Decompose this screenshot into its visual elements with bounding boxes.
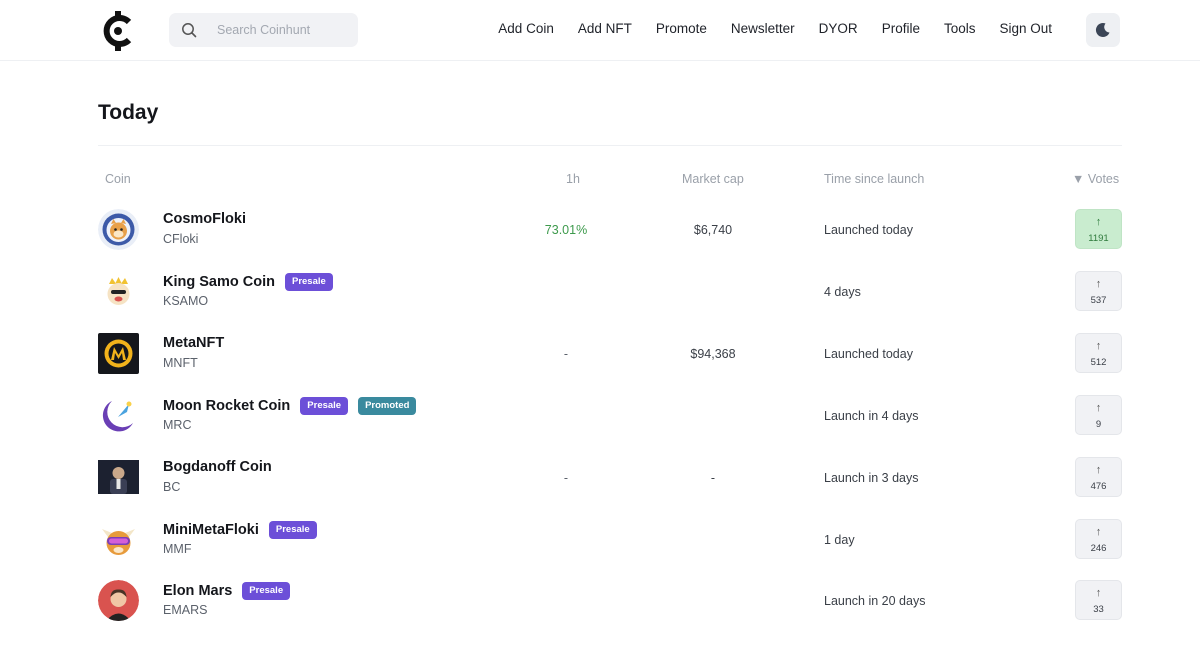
column-header-coin[interactable]: Coin — [105, 172, 131, 186]
time-since-launch: Launched today — [824, 347, 913, 361]
vote-count: 537 — [1090, 295, 1107, 306]
search-box — [169, 13, 358, 47]
table-row[interactable]: MiniMetaFloki Presale MMF 1 day ↑ 246 — [98, 519, 1122, 560]
coin-symbol: CFloki — [163, 232, 199, 246]
arrow-up-icon: ↑ — [1095, 216, 1102, 228]
coin-name-line: CosmoFloki — [163, 211, 246, 227]
promoted-badge: Promoted — [358, 397, 417, 415]
coin-symbol: MRC — [163, 418, 192, 432]
coin-symbol: EMARS — [163, 603, 208, 617]
coin-name[interactable]: King Samo Coin — [163, 274, 275, 290]
nav-promote[interactable]: Promote — [656, 21, 707, 36]
presale-badge: Presale — [300, 397, 349, 415]
presale-badge: Presale — [242, 582, 291, 600]
presale-badge: Presale — [268, 521, 317, 539]
column-header-votes[interactable]: ▼ Votes — [1072, 172, 1119, 186]
search-icon — [182, 23, 197, 38]
coin-name-line: MetaNFT — [163, 335, 224, 351]
change-1h: - — [563, 347, 569, 361]
presale-badge: Presale — [284, 273, 333, 291]
vote-button[interactable]: ↑ 476 — [1075, 457, 1122, 497]
coin-avatar — [98, 395, 139, 436]
market-cap: $6,740 — [693, 223, 733, 237]
coin-avatar — [98, 333, 139, 374]
vote-count: 512 — [1090, 357, 1107, 368]
table-row[interactable]: Bogdanoff Coin BC - - Launch in 3 days ↑… — [98, 457, 1122, 498]
change-1h: - — [563, 471, 569, 485]
coin-name[interactable]: Moon Rocket Coin — [163, 398, 290, 414]
coin-name[interactable]: Elon Mars — [163, 583, 232, 599]
arrow-up-icon: ↑ — [1095, 278, 1102, 290]
page-title: Today — [98, 101, 159, 124]
theme-toggle-button[interactable] — [1086, 13, 1120, 47]
arrow-up-icon: ↑ — [1095, 587, 1102, 599]
vote-button[interactable]: ↑ 537 — [1075, 271, 1122, 311]
vote-count: 476 — [1090, 481, 1107, 492]
table-row[interactable]: Moon Rocket Coin Presale Promoted MRC La… — [98, 395, 1122, 436]
moon-icon — [1095, 23, 1110, 38]
coin-avatar — [98, 519, 139, 560]
coin-name[interactable]: MiniMetaFloki — [163, 522, 259, 538]
nav-add-nft[interactable]: Add NFT — [578, 21, 632, 36]
coin-symbol: MMF — [163, 542, 192, 556]
nav-profile[interactable]: Profile — [882, 21, 920, 36]
nav-tools[interactable]: Tools — [944, 21, 976, 36]
table-row[interactable]: King Samo Coin Presale KSAMO 4 days ↑ 53… — [98, 271, 1122, 312]
divider — [98, 145, 1122, 146]
change-1h: 73.01% — [544, 223, 588, 237]
vote-count: 1191 — [1088, 233, 1109, 244]
coinhunt-logo-icon[interactable] — [98, 11, 138, 51]
table-row[interactable]: Elon Mars Presale EMARS Launch in 20 day… — [98, 580, 1122, 621]
coin-name[interactable]: CosmoFloki — [163, 211, 246, 227]
column-header-market-cap[interactable]: Market cap — [682, 172, 744, 186]
vote-button[interactable]: ↑ 33 — [1075, 580, 1122, 620]
time-since-launch: Launch in 4 days — [824, 409, 919, 423]
vote-count: 9 — [1095, 419, 1102, 430]
main-nav: Add Coin Add NFT Promote Newsletter DYOR… — [498, 21, 1052, 36]
nav-newsletter[interactable]: Newsletter — [731, 21, 795, 36]
vote-count: 246 — [1090, 543, 1107, 554]
nav-dyor[interactable]: DYOR — [819, 21, 858, 36]
arrow-up-icon: ↑ — [1095, 526, 1102, 538]
column-header-time-since-launch[interactable]: Time since launch — [824, 172, 924, 186]
time-since-launch: 1 day — [824, 533, 855, 547]
coin-name-line: Bogdanoff Coin — [163, 459, 272, 475]
vote-count: 33 — [1093, 604, 1104, 615]
vote-button[interactable]: ↑ 512 — [1075, 333, 1122, 373]
market-cap: $94,368 — [690, 347, 736, 361]
coin-name-line: King Samo Coin Presale — [163, 273, 333, 291]
coin-name-line: Moon Rocket Coin Presale Promoted — [163, 397, 417, 415]
arrow-up-icon: ↑ — [1095, 340, 1102, 352]
time-since-launch: Launch in 20 days — [824, 594, 926, 608]
coin-avatar — [98, 457, 139, 498]
coin-avatar — [98, 580, 139, 621]
coin-avatar — [98, 271, 139, 312]
coin-symbol: MNFT — [163, 356, 198, 370]
coin-name[interactable]: Bogdanoff Coin — [163, 459, 272, 475]
coin-symbol: BC — [163, 480, 181, 494]
time-since-launch: Launch in 3 days — [824, 471, 919, 485]
coin-symbol: KSAMO — [163, 294, 209, 308]
table-row[interactable]: CosmoFloki CFloki 73.01% $6,740 Launched… — [98, 209, 1122, 250]
coin-avatar — [98, 209, 139, 250]
time-since-launch: 4 days — [824, 285, 861, 299]
nav-sign-out[interactable]: Sign Out — [999, 21, 1052, 36]
vote-button[interactable]: ↑ 246 — [1075, 519, 1122, 559]
arrow-up-icon: ↑ — [1095, 402, 1102, 414]
nav-add-coin[interactable]: Add Coin — [498, 21, 554, 36]
coin-name[interactable]: MetaNFT — [163, 335, 224, 351]
coin-name-line: Elon Mars Presale — [163, 582, 291, 600]
coin-name-line: MiniMetaFloki Presale — [163, 521, 317, 539]
top-navbar: Add Coin Add NFT Promote Newsletter DYOR… — [0, 0, 1200, 61]
market-cap: - — [710, 471, 716, 485]
vote-button[interactable]: ↑ 1191 — [1075, 209, 1122, 249]
column-header-1h[interactable]: 1h — [566, 172, 580, 186]
search-input[interactable] — [217, 20, 347, 40]
time-since-launch: Launched today — [824, 223, 913, 237]
vote-button[interactable]: ↑ 9 — [1075, 395, 1122, 435]
table-row[interactable]: MetaNFT MNFT - $94,368 Launched today ↑ … — [98, 333, 1122, 374]
arrow-up-icon: ↑ — [1095, 464, 1102, 476]
